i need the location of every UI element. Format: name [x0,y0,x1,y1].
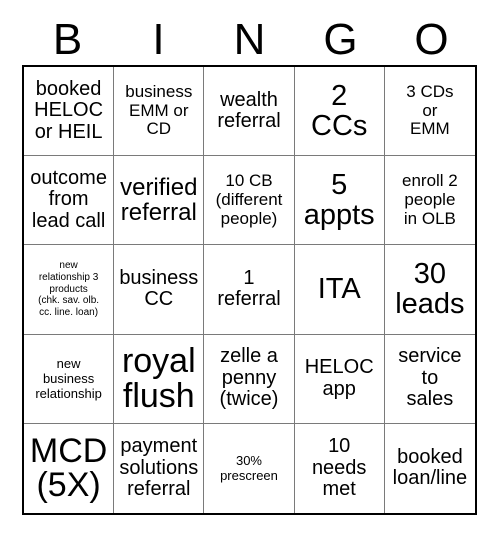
bingo-cell-label: business EMM or CD [125,82,193,139]
bingo-cell[interactable]: wealth referral [204,67,295,157]
header-letter-n: N [233,14,266,64]
bingo-cell[interactable]: 3 CDs or EMM [384,67,475,157]
bingo-cell[interactable]: business EMM or CD [114,67,205,157]
bingo-cell-label: royal flush [121,342,196,415]
bingo-cell-label: outcome from lead call [30,166,107,233]
bingo-cell-label: new relationship 3 products (chk. sav. o… [38,260,100,319]
bingo-cell-label: wealth referral [217,88,281,133]
bingo-cell[interactable]: 10 CB (different people) [204,156,295,246]
bingo-cell-label: 1 referral [217,266,281,311]
bingo-cell-label: 5 appts [303,169,375,232]
header-letter-i: I [152,14,165,64]
bingo-cell-label: 30 leads [395,258,465,321]
header-letter-g: G [323,14,358,64]
bingo-cell[interactable]: verified referral [114,156,205,246]
bingo-cell-label: enroll 2 people in OLB [402,171,458,228]
bingo-cell-label: 10 needs met [311,435,367,501]
bingo-cell-label: HELOC app [304,356,374,400]
bingo-grid: booked HELOC or HEIL business EMM or CD … [22,65,477,515]
bingo-cell[interactable]: 10 needs met [294,423,385,513]
bingo-cell-label: zelle a penny (twice) [219,345,279,411]
bingo-cell[interactable]: royal flush [114,334,205,424]
bingo-cell[interactable]: booked loan/line [384,423,475,513]
bingo-cell-label: booked loan/line [392,445,468,490]
bingo-cell-label: 30% prescreen [220,453,278,484]
header-letter-b: B [52,14,83,64]
bingo-cell[interactable]: payment solutions referral [114,423,205,513]
bingo-cell[interactable]: booked HELOC or HEIL [24,67,115,157]
bingo-cell[interactable]: 2 CCs [294,67,385,157]
bingo-cell[interactable]: 5 appts [294,156,385,246]
bingo-cell-label: MCD (5X) [29,431,108,505]
bingo-cell[interactable]: zelle a penny (twice) [204,334,295,424]
bingo-cell[interactable]: outcome from lead call [24,156,115,246]
bingo-cell-label: ITA [317,273,361,306]
bingo-cell-label: new business relationship [35,356,102,402]
bingo-cell-label: 2 CCs [311,79,368,143]
bingo-cell[interactable]: 1 referral [204,245,295,335]
bingo-header-row: B I N G O [22,14,477,65]
bingo-cell-label: service to sales [398,345,462,411]
bingo-cell[interactable]: new relationship 3 products (chk. sav. o… [24,245,115,335]
bingo-cell[interactable]: 30% prescreen [204,423,295,513]
bingo-cell-label: 3 CDs or EMM [406,82,454,139]
bingo-cell-label: booked HELOC or HEIL [34,77,104,143]
bingo-cell[interactable]: business CC [114,245,205,335]
bingo-card: B I N G O booked HELOC or HEIL business … [0,0,500,544]
bingo-cell[interactable]: enroll 2 people in OLB [384,156,475,246]
bingo-cell-label: verified referral [120,173,198,227]
bingo-cell-label: payment solutions referral [119,435,199,501]
bingo-cell-label: 10 CB (different people) [215,171,283,228]
bingo-cell[interactable]: service to sales [384,334,475,424]
header-letter-o: O [414,14,449,64]
bingo-cell[interactable]: HELOC app [294,334,385,424]
bingo-cell[interactable]: ITA [294,245,385,335]
bingo-cell[interactable]: new business relationship [24,334,115,424]
bingo-cell[interactable]: MCD (5X) [24,423,115,513]
bingo-cell[interactable]: 30 leads [384,245,475,335]
bingo-cell-label: business CC [119,266,199,311]
